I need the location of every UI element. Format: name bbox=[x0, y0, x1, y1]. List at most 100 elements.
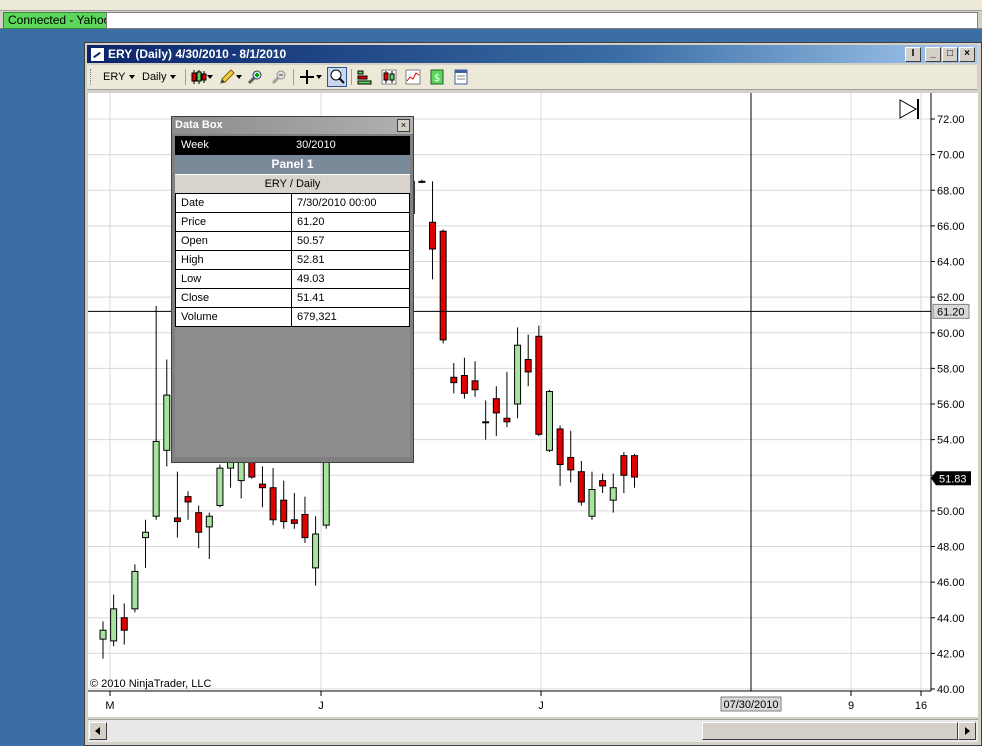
restore-button[interactable]: I bbox=[905, 47, 921, 62]
candle-body bbox=[545, 391, 553, 451]
x-axis-tick-label: 16 bbox=[915, 700, 927, 712]
candle-body bbox=[205, 515, 213, 528]
toolbar-separator bbox=[293, 69, 294, 85]
pencil-icon[interactable] bbox=[219, 69, 235, 85]
candle-body bbox=[258, 483, 266, 489]
x-axis-tick-label: J bbox=[318, 700, 324, 712]
crosshair-date-label: 07/30/2010 bbox=[723, 699, 778, 711]
bar-chart-icon[interactable] bbox=[357, 69, 373, 85]
indicator-icon[interactable] bbox=[405, 69, 421, 85]
properties-icon[interactable] bbox=[453, 69, 469, 85]
toolbar-grip[interactable] bbox=[90, 69, 93, 85]
data-box-row-close: Close 51.41 bbox=[175, 289, 410, 308]
window-title-bar[interactable]: ERY (Daily) 4/30/2010 - 8/1/2010 I _ □ × bbox=[87, 45, 977, 63]
candle-body bbox=[99, 629, 107, 640]
candle-body bbox=[216, 467, 224, 507]
interval-label: Daily bbox=[142, 71, 167, 83]
candle-body bbox=[322, 460, 330, 526]
candle-body bbox=[131, 570, 139, 610]
strategy-icon[interactable]: $ bbox=[429, 69, 445, 85]
chevron-down-icon[interactable] bbox=[236, 75, 242, 79]
candle-body bbox=[620, 455, 628, 476]
y-axis-tick-label: 72.00 bbox=[937, 114, 965, 126]
instrument-label: ERY bbox=[103, 71, 126, 83]
arrow-right-icon bbox=[965, 727, 970, 735]
chevron-down-icon[interactable] bbox=[207, 75, 213, 79]
candle-body bbox=[631, 455, 638, 478]
interval-selector[interactable]: Daily bbox=[142, 69, 177, 85]
chevron-down-icon[interactable] bbox=[316, 75, 322, 79]
data-box-row-date: Date 7/30/2010 00:00 bbox=[175, 193, 410, 213]
week-value: 30/2010 bbox=[296, 139, 336, 151]
data-box-title[interactable]: Data Box bbox=[172, 117, 413, 134]
magnifier-icon[interactable] bbox=[327, 67, 347, 87]
data-box-row-label: Open bbox=[181, 235, 208, 247]
data-box-row-label: Price bbox=[181, 216, 207, 228]
y-axis-tick-label: 58.00 bbox=[937, 363, 965, 375]
data-box-row-price: Price 61.20 bbox=[175, 213, 410, 232]
candle-body bbox=[556, 428, 564, 466]
candle-body bbox=[535, 335, 543, 435]
candle-body bbox=[503, 417, 511, 423]
candle-body bbox=[142, 531, 150, 539]
y-axis-tick-label: 62.00 bbox=[937, 292, 965, 304]
data-box-row-divider bbox=[291, 232, 292, 250]
y-axis-tick-label: 68.00 bbox=[937, 185, 965, 197]
toolbar-separator bbox=[185, 69, 186, 85]
data-box-row-divider bbox=[291, 289, 292, 307]
svg-text:$: $ bbox=[434, 73, 440, 84]
last-price-label: 51.83 bbox=[939, 473, 967, 485]
data-box-row-value: 679,321 bbox=[297, 311, 337, 323]
candle-body bbox=[120, 617, 128, 631]
scroll-to-end-icon[interactable] bbox=[899, 99, 919, 119]
chart-toolbar: ERY Daily $ bbox=[87, 65, 977, 90]
candle-body bbox=[588, 489, 596, 517]
data-box-panel[interactable]: Data Box × Week 30/2010 Panel 1 ERY / Da… bbox=[171, 116, 414, 463]
week-label: Week bbox=[181, 139, 209, 151]
candle-body bbox=[184, 496, 192, 503]
candle-body bbox=[152, 440, 160, 517]
data-box-empty-area bbox=[175, 327, 410, 457]
y-axis-tick-label: 50.00 bbox=[937, 506, 965, 518]
crosshair-price-label: 61.20 bbox=[937, 306, 965, 318]
y-axis-tick-label: 64.00 bbox=[937, 257, 965, 269]
y-axis-tick-label: 48.00 bbox=[937, 542, 965, 554]
candle-body bbox=[577, 471, 585, 503]
copyright-notice: © 2010 NinjaTrader, LLC bbox=[90, 678, 212, 690]
candle-body bbox=[290, 519, 298, 524]
candle-body bbox=[237, 460, 245, 482]
toolbar-separator bbox=[351, 69, 352, 85]
data-box-close-button[interactable]: × bbox=[397, 119, 410, 132]
close-button[interactable]: × bbox=[959, 47, 975, 62]
maximize-button[interactable]: □ bbox=[942, 47, 958, 62]
scroll-right-button[interactable] bbox=[958, 722, 976, 740]
x-axis-tick-label: 9 bbox=[848, 700, 854, 712]
data-box-row-high: High 52.81 bbox=[175, 251, 410, 270]
crosshair-icon[interactable] bbox=[299, 69, 315, 85]
data-box-row-value: 51.41 bbox=[297, 292, 325, 304]
candlestick-icon[interactable] bbox=[191, 69, 207, 85]
y-axis-tick-label: 40.00 bbox=[937, 684, 965, 696]
y-axis-tick-label: 70.00 bbox=[937, 150, 965, 162]
candle-body bbox=[280, 499, 288, 523]
candle-chart-icon[interactable] bbox=[381, 69, 397, 85]
chevron-down-icon bbox=[129, 75, 136, 80]
horizontal-scrollbar[interactable] bbox=[88, 719, 978, 742]
scroll-left-button[interactable] bbox=[89, 722, 107, 740]
data-box-row-divider bbox=[291, 251, 292, 269]
data-box-rows: Date 7/30/2010 00:00 Price 61.20 Open 50.57 Hi… bbox=[175, 193, 410, 327]
candle-body bbox=[269, 487, 277, 521]
zoom-in-icon[interactable] bbox=[247, 69, 263, 85]
candle-body bbox=[524, 358, 532, 373]
scroll-thumb[interactable] bbox=[702, 722, 958, 740]
candle-body bbox=[301, 513, 309, 539]
data-box-row-label: High bbox=[181, 254, 204, 266]
candle-body bbox=[429, 221, 437, 250]
x-axis-tick-label: J bbox=[538, 700, 544, 712]
zoom-out-icon[interactable] bbox=[271, 69, 287, 85]
window-title: ERY (Daily) 4/30/2010 - 8/1/2010 bbox=[108, 47, 287, 61]
minimize-button[interactable]: _ bbox=[925, 47, 941, 62]
instrument-selector[interactable]: ERY bbox=[103, 69, 136, 85]
x-axis-tick-label: M bbox=[105, 700, 114, 712]
data-box-row-label: Low bbox=[181, 273, 202, 285]
